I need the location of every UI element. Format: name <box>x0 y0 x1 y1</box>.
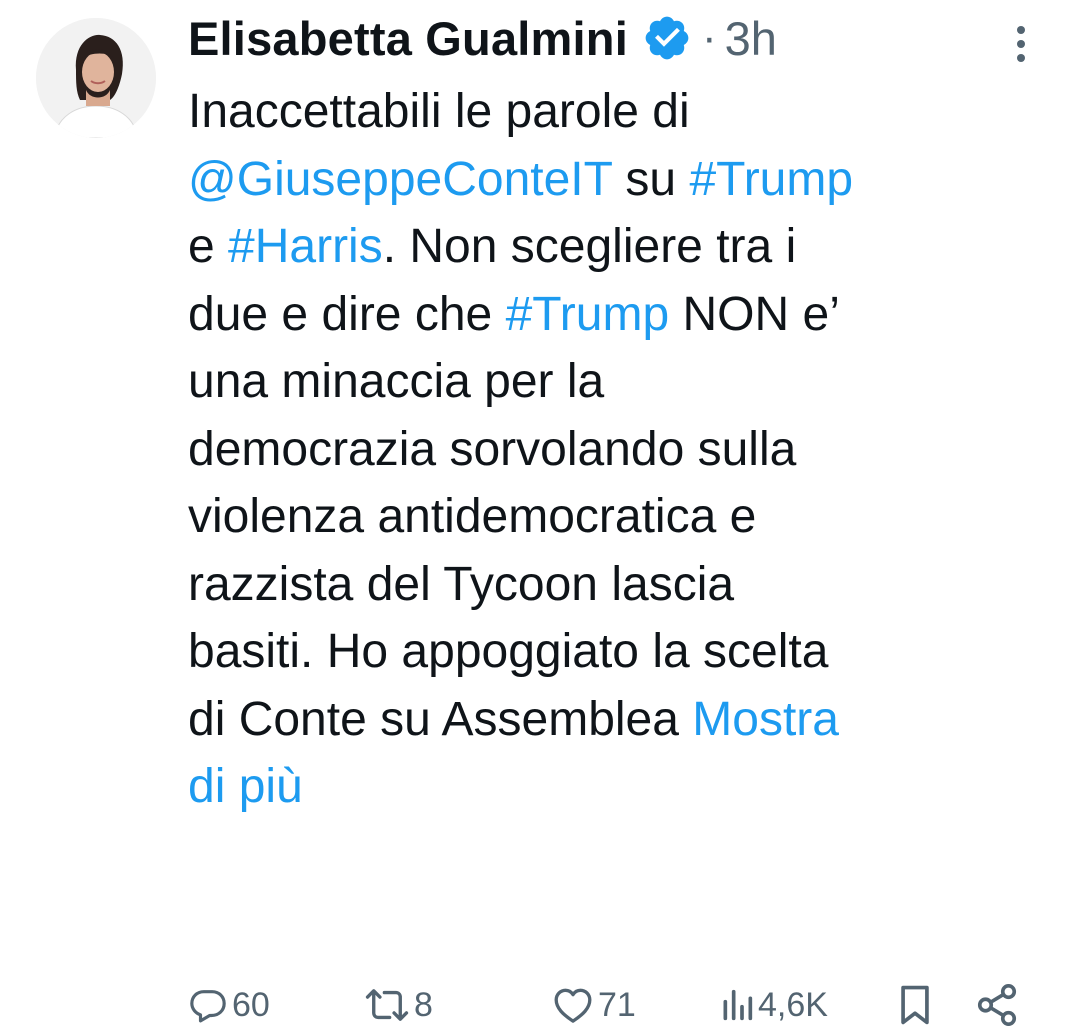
text-line: due e dire che #Trump NON e’ <box>188 281 1058 349</box>
text-segment: basiti. Ho appoggiato la scelta <box>188 625 829 678</box>
text-line: Inaccettabili le parole di <box>188 78 1058 146</box>
text-segment: . Non scegliere tra i <box>382 220 797 273</box>
tweet-header: Elisabetta Gualmini · 3h <box>188 6 777 70</box>
text-segment: violenza antidemocratica e <box>188 490 757 543</box>
heart-icon <box>552 985 594 1025</box>
share-icon <box>974 982 1020 1028</box>
more-vertical-icon[interactable] <box>1006 22 1036 66</box>
author-name[interactable]: Elisabetta Gualmini <box>188 11 628 66</box>
text-line: di più <box>188 753 1058 821</box>
text-segment: e <box>188 220 229 273</box>
repost-button[interactable]: 8 <box>364 980 433 1030</box>
repost-count: 8 <box>414 985 433 1024</box>
text-segment: di Conte su Assemblea <box>188 692 693 746</box>
tweet-timestamp[interactable]: 3h <box>725 11 777 66</box>
tweet[interactable]: Elisabetta Gualmini · 3h Inaccettabili l… <box>0 0 1080 1031</box>
reply-count: 60 <box>232 985 270 1024</box>
show-more-link[interactable]: Mostra <box>692 693 839 746</box>
verified-badge-icon[interactable] <box>642 13 692 63</box>
views-button[interactable]: 4,6K <box>720 980 828 1030</box>
reply-icon <box>188 985 228 1025</box>
text-segment: NON e’ <box>669 287 840 341</box>
text-line: @GiuseppeConteIT su #Trump <box>188 146 1058 214</box>
text-segment: razzista del Tycoon lascia <box>188 557 735 611</box>
bookmark-button[interactable] <box>896 980 934 1030</box>
reply-button[interactable]: 60 <box>188 980 270 1030</box>
mention-link[interactable]: @GiuseppeConteIT <box>188 153 612 206</box>
text-segment: Inaccettabili le parole di <box>188 85 690 138</box>
text-line: e #Harris. Non scegliere tra i <box>188 213 1058 281</box>
separator-dot: · <box>701 13 717 62</box>
text-line: razzista del Tycoon lascia <box>188 551 1058 619</box>
text-segment: democrazia sorvolando sulla <box>188 422 797 476</box>
like-count: 71 <box>598 985 636 1024</box>
hashtag-link[interactable]: #Trump <box>506 288 670 341</box>
hashtag-link[interactable]: #Trump <box>689 153 853 206</box>
repost-icon <box>364 985 410 1025</box>
avatar[interactable] <box>36 18 156 138</box>
text-segment: due e dire che <box>188 287 506 341</box>
tweet-text: Inaccettabili le parole di @GiuseppeCont… <box>188 78 1058 821</box>
text-segment: una minaccia per la <box>188 355 605 408</box>
text-line: basiti. Ho appoggiato la scelta <box>188 618 1058 686</box>
bookmark-icon <box>896 983 934 1027</box>
views-count: 4,6K <box>758 985 828 1024</box>
avatar-photo <box>36 18 156 138</box>
share-button[interactable] <box>974 980 1020 1030</box>
text-line: di Conte su Assemblea Mostra <box>188 686 1058 754</box>
text-line: democrazia sorvolando sulla <box>188 416 1058 484</box>
text-line: violenza antidemocratica e <box>188 483 1058 551</box>
views-icon <box>720 985 754 1025</box>
hashtag-link[interactable]: #Harris <box>228 220 383 273</box>
text-segment: su <box>612 152 690 206</box>
like-button[interactable]: 71 <box>552 980 636 1030</box>
text-line: una minaccia per la <box>188 348 1058 416</box>
action-bar: 60 8 71 4,6K <box>0 980 1080 1030</box>
show-more-link[interactable]: di più <box>188 760 303 813</box>
